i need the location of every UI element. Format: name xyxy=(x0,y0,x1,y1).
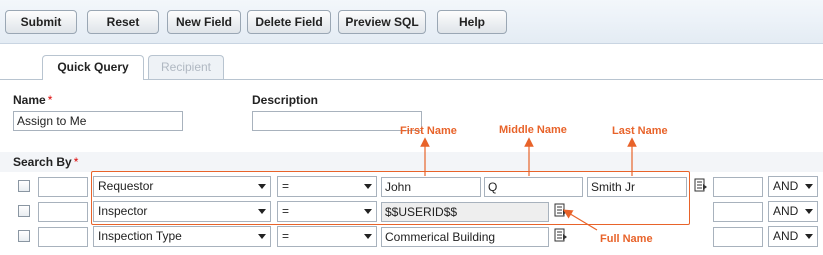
close-paren-field[interactable] xyxy=(713,202,763,222)
name-field[interactable] xyxy=(13,111,183,131)
required-mark: * xyxy=(47,93,53,107)
chevron-down-icon xyxy=(805,184,813,189)
conjunction-select[interactable]: AND xyxy=(768,176,818,197)
full-name-field[interactable] xyxy=(381,202,549,222)
first-name-field[interactable] xyxy=(381,177,481,197)
full-name-annotation: Full Name xyxy=(600,233,653,245)
last-name-annotation: Last Name xyxy=(612,125,668,137)
field-select-value: Inspection Type xyxy=(98,229,182,243)
operator-select-value: = xyxy=(282,204,290,218)
operator-select[interactable]: = xyxy=(277,226,377,247)
middle-name-field[interactable] xyxy=(484,177,583,197)
reset-button[interactable]: Reset xyxy=(87,10,159,34)
required-mark: * xyxy=(73,155,79,169)
conjunction-select[interactable]: AND xyxy=(768,226,818,247)
field-select-value: Requestor xyxy=(98,179,154,193)
chevron-down-icon xyxy=(364,209,372,214)
row-checkbox[interactable] xyxy=(18,205,30,217)
field-select[interactable]: Requestor xyxy=(93,176,271,197)
close-paren-field[interactable] xyxy=(713,177,763,197)
name-label: Name * xyxy=(13,93,52,107)
search-by-label: Search By * xyxy=(13,155,78,169)
field-picker-icon[interactable] xyxy=(554,203,568,217)
description-label: Description xyxy=(252,93,319,107)
value-field[interactable] xyxy=(381,227,549,247)
operator-select-value: = xyxy=(282,179,290,193)
toolbar: Submit Reset New Field Delete Field Prev… xyxy=(0,0,823,44)
field-picker-icon[interactable] xyxy=(554,228,568,242)
chevron-down-icon xyxy=(805,209,813,214)
first-name-annotation: First Name xyxy=(400,125,457,137)
operator-select-value: = xyxy=(282,229,290,243)
conjunction-select[interactable]: AND xyxy=(768,201,818,222)
row-checkbox[interactable] xyxy=(18,180,30,192)
conjunction-select-value: AND xyxy=(773,179,799,193)
chevron-down-icon xyxy=(364,184,372,189)
chevron-down-icon xyxy=(364,234,372,239)
operator-select[interactable]: = xyxy=(277,176,377,197)
conjunction-select-value: AND xyxy=(773,204,799,218)
close-paren-field[interactable] xyxy=(713,227,763,247)
open-paren-field[interactable] xyxy=(38,227,88,247)
help-button[interactable]: Help xyxy=(437,10,507,34)
name-label-text: Name xyxy=(13,93,46,107)
field-picker-icon[interactable] xyxy=(694,178,708,192)
field-select[interactable]: Inspector xyxy=(93,201,271,222)
row-checkbox[interactable] xyxy=(18,230,30,242)
search-by-label-text: Search By xyxy=(13,155,72,169)
open-paren-field[interactable] xyxy=(38,202,88,222)
last-name-field[interactable] xyxy=(587,177,687,197)
conjunction-select-value: AND xyxy=(773,229,799,243)
delete-field-button[interactable]: Delete Field xyxy=(247,10,331,34)
middle-name-annotation: Middle Name xyxy=(499,124,567,136)
search-by-band xyxy=(0,152,823,172)
submit-button[interactable]: Submit xyxy=(5,10,77,34)
operator-select[interactable]: = xyxy=(277,201,377,222)
chevron-down-icon xyxy=(805,234,813,239)
description-field[interactable] xyxy=(252,111,422,131)
chevron-down-icon xyxy=(258,209,266,214)
open-paren-field[interactable] xyxy=(38,177,88,197)
tab-quick-query[interactable]: Quick Query xyxy=(42,55,144,80)
preview-sql-button[interactable]: Preview SQL xyxy=(338,10,426,34)
chevron-down-icon xyxy=(258,234,266,239)
field-select[interactable]: Inspection Type xyxy=(93,226,271,247)
new-field-button[interactable]: New Field xyxy=(167,10,241,34)
tab-recipient[interactable]: Recipient xyxy=(148,55,224,79)
field-select-value: Inspector xyxy=(98,204,148,218)
chevron-down-icon xyxy=(258,184,266,189)
